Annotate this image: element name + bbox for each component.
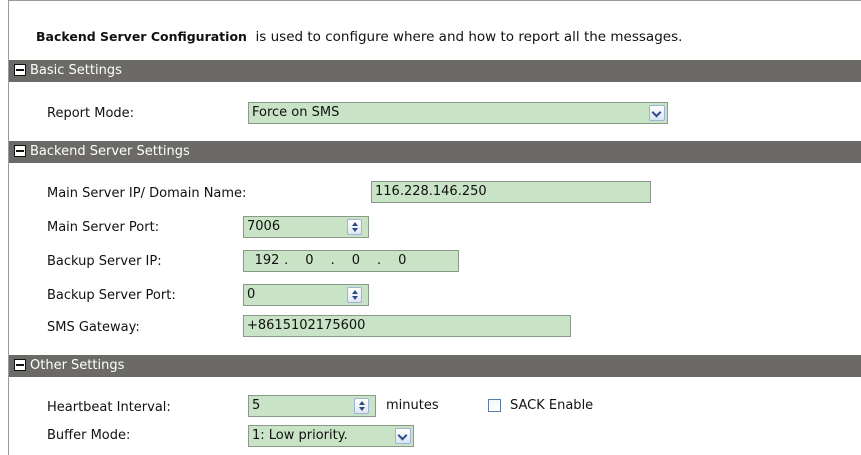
intro-text: Backend Server Configuration is used to …: [36, 29, 682, 45]
buffer-mode-label: Buffer Mode:: [47, 428, 131, 443]
ip-octet[interactable]: 0: [292, 251, 326, 271]
backup-server-port-label: Backup Server Port:: [47, 288, 176, 303]
sack-enable-checkbox[interactable]: [488, 399, 501, 412]
section-title: Basic Settings: [30, 63, 122, 78]
spinner-icon[interactable]: [347, 287, 362, 303]
section-title: Other Settings: [30, 358, 125, 373]
ip-octet[interactable]: 192: [254, 251, 280, 271]
main-server-ip-input[interactable]: 116.228.146.250: [371, 181, 651, 203]
heartbeat-interval-value: 5: [252, 398, 261, 413]
collapse-icon[interactable]: [14, 359, 26, 371]
report-mode-value: Force on SMS: [252, 105, 340, 120]
section-other-settings[interactable]: Other Settings: [9, 355, 861, 377]
backup-server-ip-label: Backup Server IP:: [47, 254, 162, 269]
main-server-ip-label: Main Server IP/ Domain Name:: [47, 186, 247, 201]
intro-description: is used to configure where and how to re…: [255, 29, 683, 45]
report-mode-select[interactable]: Force on SMS: [248, 102, 668, 124]
backup-server-port-stepper[interactable]: 0: [243, 284, 369, 306]
main-server-ip-value: 116.228.146.250: [375, 184, 487, 199]
spinner-icon[interactable]: [354, 398, 369, 414]
config-panel: Backend Server Configuration is used to …: [8, 0, 861, 455]
sms-gateway-input[interactable]: +8615102175600: [243, 315, 571, 337]
collapse-icon[interactable]: [14, 145, 26, 157]
sack-enable-label: SACK Enable: [510, 398, 594, 413]
ip-octet[interactable]: 0: [339, 251, 373, 271]
collapse-icon[interactable]: [14, 64, 26, 76]
ip-octet[interactable]: 0: [385, 251, 419, 271]
heartbeat-interval-label: Heartbeat Interval:: [47, 400, 171, 415]
buffer-mode-value: 1: Low priority.: [252, 428, 348, 443]
section-backend-server-settings[interactable]: Backend Server Settings: [9, 141, 861, 163]
section-basic-settings[interactable]: Basic Settings: [9, 60, 861, 82]
main-server-port-value: 7006: [247, 219, 281, 234]
buffer-mode-select[interactable]: 1: Low priority.: [248, 425, 414, 447]
section-title: Backend Server Settings: [30, 144, 190, 159]
main-server-port-stepper[interactable]: 7006: [243, 216, 369, 238]
heartbeat-unit: minutes: [386, 398, 439, 413]
sms-gateway-label: SMS Gateway:: [47, 320, 140, 335]
sms-gateway-value: +8615102175600: [247, 318, 366, 333]
intro-header: Backend Server Configuration is used to …: [9, 0, 861, 60]
backup-server-port-value: 0: [247, 287, 256, 302]
report-mode-label: Report Mode:: [47, 106, 135, 121]
intro-title: Backend Server Configuration: [36, 29, 247, 44]
chevron-down-icon[interactable]: [649, 105, 665, 121]
main-server-port-label: Main Server Port:: [47, 220, 160, 235]
backup-server-ip-input[interactable]: 192 . 0 . 0 . 0: [243, 250, 459, 272]
heartbeat-interval-stepper[interactable]: 5: [248, 395, 376, 417]
spinner-icon[interactable]: [347, 219, 362, 235]
chevron-down-icon[interactable]: [395, 428, 411, 444]
